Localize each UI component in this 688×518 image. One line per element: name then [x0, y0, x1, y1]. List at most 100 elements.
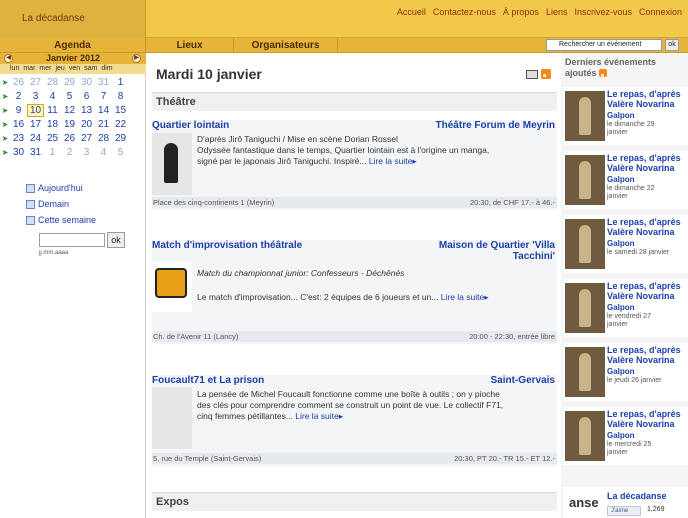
recent-event-title[interactable]: Le repas, d'après Valère Novarina [607, 153, 681, 173]
event-image[interactable] [152, 262, 192, 312]
calendar-day[interactable]: 30 [78, 77, 95, 88]
recent-event-item[interactable]: Le repas, d'après Valère Novarina Galpon le… [563, 407, 688, 465]
week-arrow-icon[interactable]: ➤ [0, 78, 10, 87]
calendar-day[interactable]: 28 [44, 77, 61, 88]
event-title[interactable]: Match d'improvisation théâtrale [152, 240, 302, 251]
calendar-day[interactable]: 20 [78, 119, 95, 130]
nav-connexion[interactable]: Connexion [639, 7, 682, 17]
rss-icon[interactable] [599, 69, 608, 77]
search-input[interactable]: Rechercher un événement [546, 39, 662, 51]
quicklink-week[interactable]: Cette semaine [26, 215, 96, 225]
tab-agenda[interactable]: Agenda [0, 38, 146, 53]
calendar-day[interactable]: 30 [10, 147, 27, 158]
calendar-day[interactable]: 29 [61, 77, 78, 88]
event-venue[interactable]: Théâtre Forum de Meyrin [436, 120, 555, 131]
nav-accueil[interactable]: Accueil [397, 7, 426, 17]
recent-event-item[interactable]: Le repas, d'après Valère Novarina Galpon le… [563, 87, 688, 145]
calendar-day[interactable]: 5 [61, 91, 78, 102]
event-title[interactable]: Foucault71 et La prison [152, 375, 264, 386]
calendar-day[interactable]: 1 [44, 147, 61, 158]
calendar-day[interactable]: 26 [61, 133, 78, 144]
calendar-day[interactable]: 3 [27, 91, 44, 102]
event-image[interactable] [152, 387, 192, 449]
event-venue-line[interactable]: Maison de Quartier 'Villa [439, 240, 555, 251]
event-title[interactable]: Quartier lointain [152, 120, 229, 131]
calendar-day[interactable]: 14 [95, 105, 112, 116]
search-submit-button[interactable]: ok [665, 39, 679, 51]
calendar-day[interactable]: 10 [27, 103, 44, 117]
title-line[interactable]: Valère Novarina [607, 163, 681, 173]
recent-event-image[interactable] [565, 91, 605, 141]
calendar-day[interactable]: 4 [95, 147, 112, 158]
nav-liens[interactable]: Liens [546, 7, 568, 17]
recent-event-title[interactable]: Le repas, d'après Valère Novarina [607, 281, 681, 301]
title-line[interactable]: Valère Novarina [607, 99, 681, 109]
calendar-day[interactable]: 23 [10, 133, 27, 144]
week-arrow-icon[interactable]: ➤ [0, 148, 10, 157]
recent-event-item[interactable]: Le repas, d'après Valère Novarina Galpon le… [563, 215, 688, 273]
calendar-day[interactable]: 6 [78, 91, 95, 102]
title-line[interactable]: Valère Novarina [607, 291, 681, 301]
calendar-day[interactable]: 15 [112, 105, 129, 116]
quicklink-label[interactable]: Cette semaine [38, 215, 96, 225]
calendar-day[interactable]: 3 [78, 147, 95, 158]
calendar-day[interactable]: 24 [27, 133, 44, 144]
calendar-day[interactable]: 27 [27, 77, 44, 88]
calendar-day[interactable]: 16 [10, 119, 27, 130]
title-line[interactable]: Le repas, d'après [607, 345, 681, 355]
title-line[interactable]: Le repas, d'après [607, 409, 681, 419]
event-venue-line[interactable]: Tacchini' [439, 251, 555, 262]
calendar-day[interactable]: 9 [10, 105, 27, 116]
fb-like-button[interactable]: J'aime [607, 506, 641, 516]
calendar-day[interactable]: 21 [95, 119, 112, 130]
recent-event-place[interactable]: Galpon [607, 367, 635, 376]
event-venue[interactable]: Maison de Quartier 'Villa Tacchini' [439, 240, 555, 262]
recent-event-image[interactable] [565, 347, 605, 397]
calendar-day[interactable]: 11 [44, 105, 61, 116]
calendar-day[interactable]: 4 [44, 91, 61, 102]
calendar-day[interactable]: 27 [78, 133, 95, 144]
calendar-day[interactable]: 19 [61, 119, 78, 130]
nav-contact[interactable]: Contactez-nous [433, 7, 496, 17]
week-arrow-icon[interactable]: ➤ [0, 92, 10, 101]
read-more-link[interactable]: Lire la suite [369, 156, 412, 166]
event-venue[interactable]: Saint-Gervais [491, 375, 555, 386]
title-line[interactable]: Le repas, d'après [607, 153, 681, 163]
calendar-day[interactable]: 22 [112, 119, 129, 130]
calendar-day[interactable]: 31 [27, 147, 44, 158]
event-image[interactable] [152, 133, 192, 195]
recent-event-title[interactable]: Le repas, d'après Valère Novarina [607, 409, 681, 429]
calendar-day[interactable]: 29 [112, 133, 129, 144]
recent-event-place[interactable]: Galpon [607, 431, 635, 440]
quicklink-today[interactable]: Aujourd'hui [26, 183, 83, 193]
fb-page-logo[interactable]: anse [569, 495, 599, 510]
recent-event-place[interactable]: Galpon [607, 175, 635, 184]
read-more-link[interactable]: Lire la suite [295, 411, 338, 421]
calendar-day[interactable]: 26 [10, 77, 27, 88]
recent-event-image[interactable] [565, 283, 605, 333]
tab-organisateurs[interactable]: Organisateurs [234, 38, 338, 53]
site-logo[interactable]: La décadanse [0, 0, 146, 38]
calendar-day[interactable]: 31 [95, 77, 112, 88]
rss-icon[interactable] [541, 69, 551, 79]
quicklink-label[interactable]: Demain [38, 199, 69, 209]
calendar-day[interactable]: 7 [95, 91, 112, 102]
recent-event-title[interactable]: Le repas, d'après Valère Novarina [607, 89, 681, 109]
week-arrow-icon[interactable]: ➤ [0, 106, 10, 115]
title-line[interactable]: Le repas, d'après [607, 217, 681, 227]
recent-event-title[interactable]: Le repas, d'après Valère Novarina [607, 217, 681, 237]
calendar-day[interactable]: 17 [27, 119, 44, 130]
calendar-day[interactable]: 28 [95, 133, 112, 144]
calendar-day[interactable]: 2 [10, 91, 27, 102]
quicklink-tomorrow[interactable]: Demain [26, 199, 69, 209]
nav-apropos[interactable]: À propos [503, 7, 539, 17]
calendar-day[interactable]: 13 [78, 105, 95, 116]
read-more-link[interactable]: Lire la suite [441, 292, 484, 302]
week-arrow-icon[interactable]: ➤ [0, 120, 10, 129]
recent-event-place[interactable]: Galpon [607, 239, 635, 248]
calendar-day[interactable]: 5 [112, 147, 129, 158]
calendar-day[interactable]: 1 [112, 77, 129, 88]
title-line[interactable]: Valère Novarina [607, 227, 681, 237]
recent-event-place[interactable]: Galpon [607, 111, 635, 120]
recent-event-item[interactable]: Le repas, d'après Valère Novarina Galpon le… [563, 343, 688, 401]
